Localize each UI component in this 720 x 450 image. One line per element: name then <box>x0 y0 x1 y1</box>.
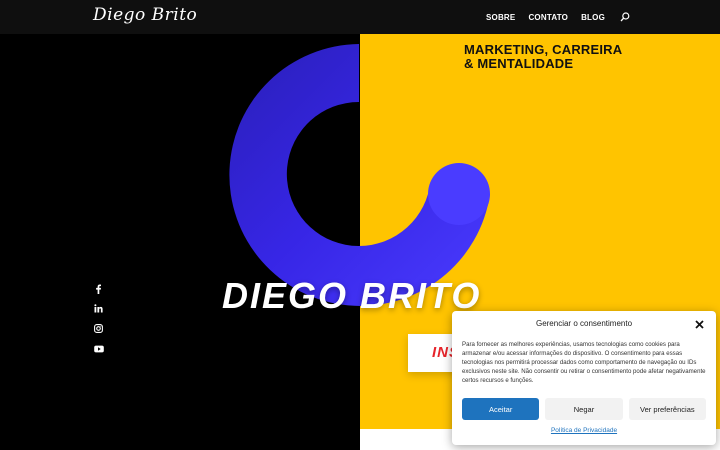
main-nav: SOBRE CONTATO BLOG <box>486 0 630 34</box>
social-links <box>93 283 104 354</box>
search-icon[interactable] <box>620 12 630 22</box>
facebook-icon[interactable] <box>93 283 104 294</box>
hero-title: DIEGO BRITO <box>222 275 482 316</box>
instagram-icon[interactable] <box>93 323 104 334</box>
consent-dialog: Gerenciar o consentimento Para fornecer … <box>452 311 716 445</box>
nav-item-contato[interactable]: CONTATO <box>528 13 568 22</box>
deny-button[interactable]: Negar <box>545 398 623 420</box>
nav-item-sobre[interactable]: SOBRE <box>486 13 515 22</box>
ring-graphic <box>229 44 490 306</box>
hero-tagline: MARKETING, CARREIRA & MENTALIDADE <box>464 43 622 71</box>
preferences-button[interactable]: Ver preferências <box>628 398 706 420</box>
site-header: Diego Brito SOBRE CONTATO BLOG <box>0 0 720 34</box>
privacy-policy-link[interactable]: Política de Privacidade <box>452 427 716 434</box>
tagline-line-2: & MENTALIDADE <box>464 56 574 71</box>
consent-title: Gerenciar o consentimento <box>535 319 633 328</box>
tagline-line-1: MARKETING, CARREIRA <box>464 42 623 57</box>
linkedin-icon[interactable] <box>93 303 104 314</box>
close-icon[interactable] <box>694 319 705 330</box>
youtube-icon[interactable] <box>93 343 104 354</box>
page: Diego Brito SOBRE CONTATO BLOG MARKETING… <box>0 0 720 450</box>
nav-item-blog[interactable]: BLOG <box>581 13 605 22</box>
consent-actions: Aceitar Negar Ver preferências <box>462 398 706 420</box>
site-logo[interactable]: Diego Brito <box>93 5 197 25</box>
consent-message: Para fornecer as melhores experiências, … <box>462 341 706 384</box>
accept-button[interactable]: Aceitar <box>462 398 540 420</box>
